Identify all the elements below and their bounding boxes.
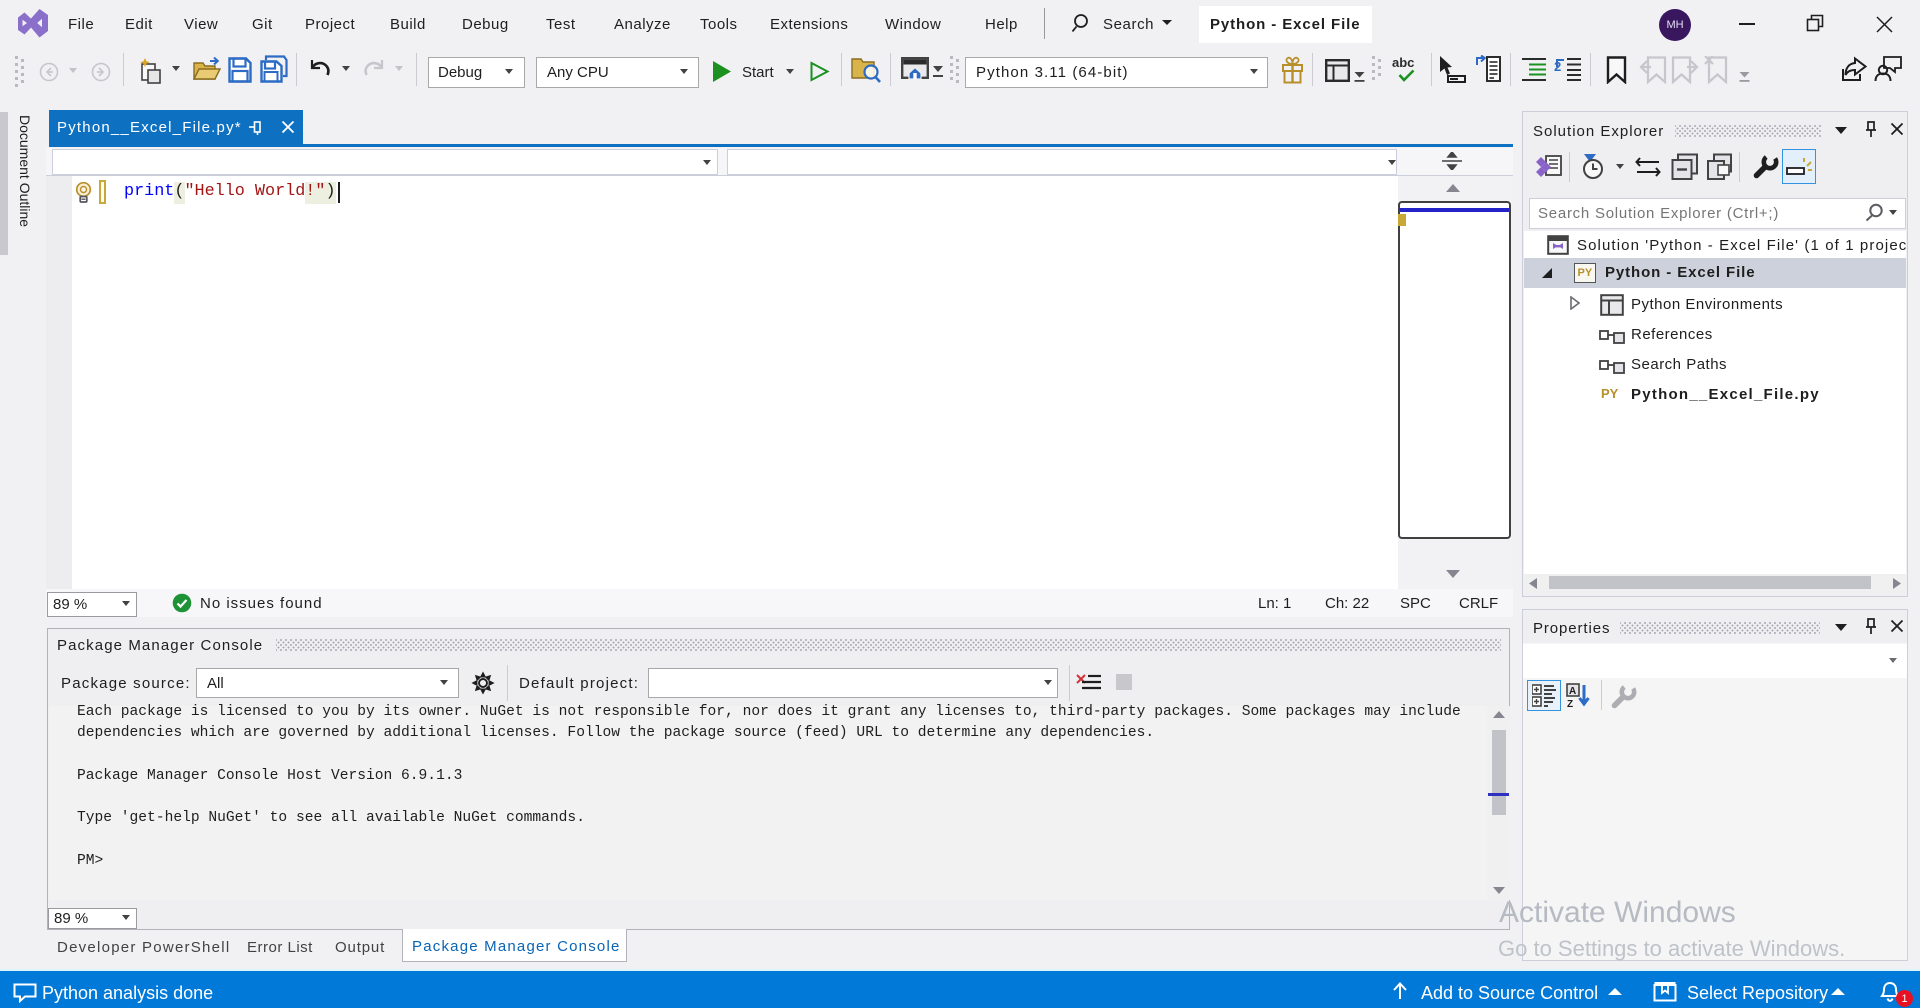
svg-text:Z: Z xyxy=(1567,699,1573,709)
svg-text:A: A xyxy=(1569,686,1576,697)
svg-text:2: 2 xyxy=(1554,59,1561,74)
